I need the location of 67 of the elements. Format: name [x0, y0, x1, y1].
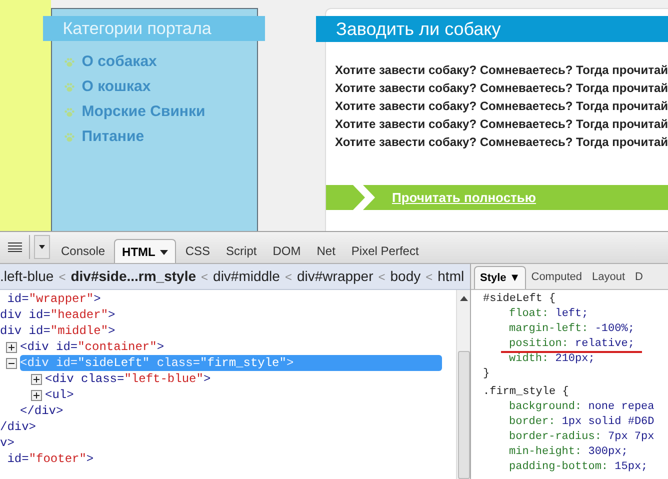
css-declaration: padding-bottom: 15px; — [509, 461, 648, 473]
html-node[interactable]: <div id="container"> — [20, 339, 170, 355]
paw-icon — [64, 56, 75, 68]
side-panel-tab[interactable]: Computed — [526, 266, 588, 289]
css-declaration: width: 210px; — [509, 353, 595, 365]
panel-tab[interactable]: HTML — [114, 239, 176, 263]
breadcrumb-item[interactable]: body — [390, 266, 421, 287]
css-declaration: min-height: 300px; — [509, 446, 628, 458]
css-declaration: float: left; — [509, 308, 588, 320]
panel-tab[interactable]: CSS — [178, 239, 218, 263]
expand-icon[interactable] — [31, 390, 42, 400]
css-declaration: position: relative; — [501, 338, 642, 353]
chevron-icon — [352, 185, 375, 210]
menu-icon — [8, 242, 22, 252]
panel-tab[interactable]: Pixel Perfect — [344, 239, 426, 263]
paw-icon — [64, 106, 75, 118]
closing-tag: /div> — [0, 420, 36, 434]
breadcrumb-item[interactable]: html — [438, 266, 464, 287]
article-text: Хотите завести собаку? Сомневаетесь? Тогда прочитай — [334, 134, 668, 151]
css-selector: #sideLeft { — [483, 292, 556, 307]
expand-icon[interactable] — [31, 374, 42, 384]
side-panel-tab[interactable]: Layout — [587, 266, 630, 289]
breadcrumb-item[interactable]: div#side...rm_style — [70, 266, 196, 287]
article-text: Хотите завести собаку? Сомневаетесь? Тогда прочитай — [334, 116, 668, 133]
scroll-up-icon[interactable] — [460, 296, 468, 301]
html-node[interactable]: div id="header"> — [0, 307, 122, 323]
breadcrumb-separator: < — [58, 268, 66, 286]
breadcrumb-separator: < — [284, 268, 292, 286]
html-node[interactable]: <div class="left-blue"> — [45, 371, 217, 387]
html-node[interactable]: id="wrapper"> — [0, 291, 107, 307]
breadcrumb-separator: < — [426, 268, 433, 286]
closing-tag: </div> — [20, 404, 64, 418]
css-brace: } — [483, 367, 490, 382]
paw-icon — [64, 82, 75, 92]
side-panel-tab[interactable]: D — [630, 266, 648, 289]
side-panel-tab[interactable]: Style ▼ — [474, 266, 526, 289]
scrollbar[interactable] — [456, 290, 470, 479]
panel-tab[interactable]: DOM — [266, 239, 308, 263]
collapse-icon[interactable] — [6, 358, 17, 368]
css-declaration: margin-left: -100%; — [509, 323, 634, 335]
breadcrumb-separator: < — [201, 268, 208, 286]
caret-icon — [39, 245, 45, 249]
dropdown-button[interactable] — [34, 235, 50, 259]
expand-icon[interactable] — [6, 342, 17, 352]
breadcrumb-item[interactable]: div#wrapper — [296, 266, 374, 287]
closing-tag: v> — [0, 436, 14, 450]
css-selector: .firm_style { — [483, 385, 569, 400]
html-node[interactable]: <ul> — [45, 387, 80, 403]
article-text: Хотите завести собаку? Сомневаетесь? Тогда прочитай — [334, 62, 668, 79]
html-node[interactable]: div id="middle"> — [0, 323, 122, 339]
css-declaration: border-radius: 7px 7px — [509, 431, 654, 443]
article-text: Хотите завести собаку? Сомневаетесь? Тогда прочитай — [334, 80, 668, 97]
article-text: Хотите завести собаку? Сомневаетесь? Тогда прочитай — [334, 98, 668, 115]
css-declaration: border: 1px solid #D6D — [509, 416, 654, 428]
article-title: Заводить ли собаку — [316, 16, 668, 42]
panel-tab[interactable]: Console — [54, 239, 112, 263]
scrollbar-thumb[interactable] — [458, 351, 470, 479]
caret-icon — [160, 250, 168, 255]
css-declaration: background: none repea — [509, 401, 654, 413]
sidebar-header: Категории портала — [42, 16, 265, 41]
panel-tab[interactable]: Script — [219, 239, 264, 263]
breadcrumb-item[interactable]: .left-blue — [0, 266, 54, 287]
panel-tab[interactable]: Net — [310, 239, 342, 263]
html-node[interactable]: id="footer"> — [0, 451, 100, 467]
breadcrumb-separator: < — [378, 268, 386, 286]
paw-icon — [64, 132, 75, 142]
breadcrumb-item[interactable]: div#middle — [213, 266, 280, 287]
